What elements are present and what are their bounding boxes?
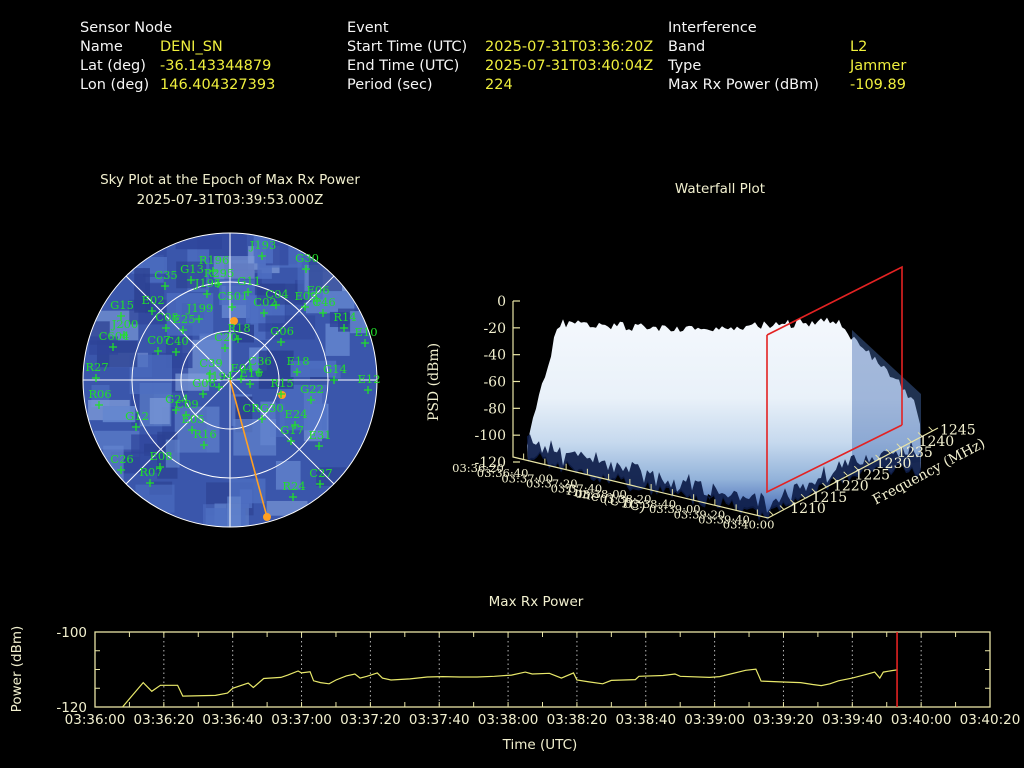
satellite-label: R24 — [282, 479, 305, 493]
power-plot: -100-12003:36:00 03:36:20 03:36:40 03:37:00… — [56, 625, 1020, 728]
power-plot-frame — [94, 631, 991, 708]
satellite-label: R27 — [85, 360, 108, 374]
satellite-label: C604 — [99, 329, 130, 343]
satellite-label: E10 — [354, 325, 377, 339]
power-xtick-label: 03:37:20 — [340, 712, 401, 728]
time-tick-label: 03:40:00 — [723, 518, 775, 532]
satellite-label: G08 — [192, 376, 216, 390]
satellite-label: C26 — [110, 452, 133, 466]
satellite-label: CRG30 — [242, 401, 283, 415]
satellite-label: G11 — [237, 274, 261, 288]
satellite-label: J195 — [194, 276, 222, 290]
psd-tick-label: -100 — [475, 428, 506, 444]
satellite-label: R15 — [270, 376, 293, 390]
sky-patch — [175, 236, 222, 250]
satellite-label: E12 — [357, 372, 380, 386]
satellite-label: C20 — [214, 330, 237, 344]
orange-marker — [278, 391, 286, 399]
satellite-label: C40 — [165, 334, 188, 348]
satellite-label: R07 — [139, 465, 162, 479]
psd-tick-label: -40 — [483, 348, 506, 364]
freq-minor-tick — [928, 426, 934, 432]
sky-patch — [135, 484, 175, 513]
psd-tick-label: -20 — [483, 321, 506, 337]
satellite-label: C35 — [154, 268, 177, 282]
satellite-label: E24 — [284, 407, 307, 421]
power-xtick-label: 03:39:20 — [753, 712, 814, 728]
satellite-label: G30 — [295, 251, 319, 265]
satellite-label: C02 — [253, 295, 276, 309]
satellite-label: E18 — [286, 354, 309, 368]
satellite-label: R06 — [88, 387, 111, 401]
power-xtick-label: 03:39:40 — [822, 712, 883, 728]
power-xtick-label: 03:39:00 — [684, 712, 745, 728]
power-xtick-label: 03:37:00 — [271, 712, 332, 728]
power-xtick-label: 03:36:40 — [202, 712, 263, 728]
waterfall-plot: 0-20-40-60-80-100-12003:36:2003:36:4003:… — [452, 265, 976, 532]
power-xtick-label: 03:38:00 — [478, 712, 539, 728]
satellite-label: G12 — [125, 409, 149, 423]
satellite-label: E25 — [172, 312, 195, 326]
satellite-label: G15 — [110, 298, 134, 312]
satellite-label: C36 — [248, 354, 271, 368]
max-rx-power-trace — [122, 668, 898, 708]
orange-marker — [263, 513, 271, 521]
psd-tick-label: -60 — [483, 375, 506, 391]
satellite-label: E05 — [181, 412, 204, 426]
sky-patch — [239, 489, 253, 509]
power-xtick-label: 03:40:00 — [891, 712, 952, 728]
power-xtick-label: 03:36:00 — [65, 712, 126, 728]
power-xtick-label: 03:36:20 — [134, 712, 195, 728]
satellite-label: E02 — [141, 293, 164, 307]
satellite-label: R14 — [333, 310, 356, 324]
satellite-label: E31 — [308, 428, 331, 442]
satellite-label: G22 — [300, 382, 324, 396]
power-xtick-label: 03:40:20 — [960, 712, 1021, 728]
sky-plot: J193G30C35 G13R196R295J195 G11E02G15C501 C0… — [82, 232, 381, 528]
power-ytick-label: -100 — [56, 625, 87, 641]
psd-tick-label: 0 — [497, 294, 506, 310]
satellite-label: G17 — [280, 423, 304, 437]
satellite-label: C27 — [309, 466, 332, 480]
satellite-label: C46 — [312, 295, 335, 309]
power-xtick-label: 03:38:40 — [615, 712, 676, 728]
satellite-label: G06 — [270, 324, 294, 338]
satellite-label: C39 — [199, 356, 222, 370]
plots-canvas: J193G30C35 G13R196R295J195 G11E02G15C501 C0… — [56, 232, 1020, 728]
satellite-label: R16 — [193, 427, 216, 441]
sky-patch — [233, 418, 277, 456]
psd-tick-label: -80 — [483, 401, 506, 417]
power-xtick-label: 03:37:40 — [409, 712, 470, 728]
freq-tick-label: 1245 — [940, 423, 976, 439]
satellite-label: R196 — [199, 253, 230, 267]
satellite-label: C501 — [218, 289, 249, 303]
satellite-label: C09 — [175, 397, 198, 411]
power-xtick-label: 03:38:20 — [547, 712, 608, 728]
sensor-event-dashboard: Sensor Node Name DENI_SN Lat (deg) -36.143… — [0, 0, 1024, 768]
satellite-label: E08 — [149, 449, 172, 463]
satellite-label: J193 — [249, 238, 277, 252]
satellite-label: G14 — [323, 362, 347, 376]
sky-patch — [227, 496, 241, 527]
